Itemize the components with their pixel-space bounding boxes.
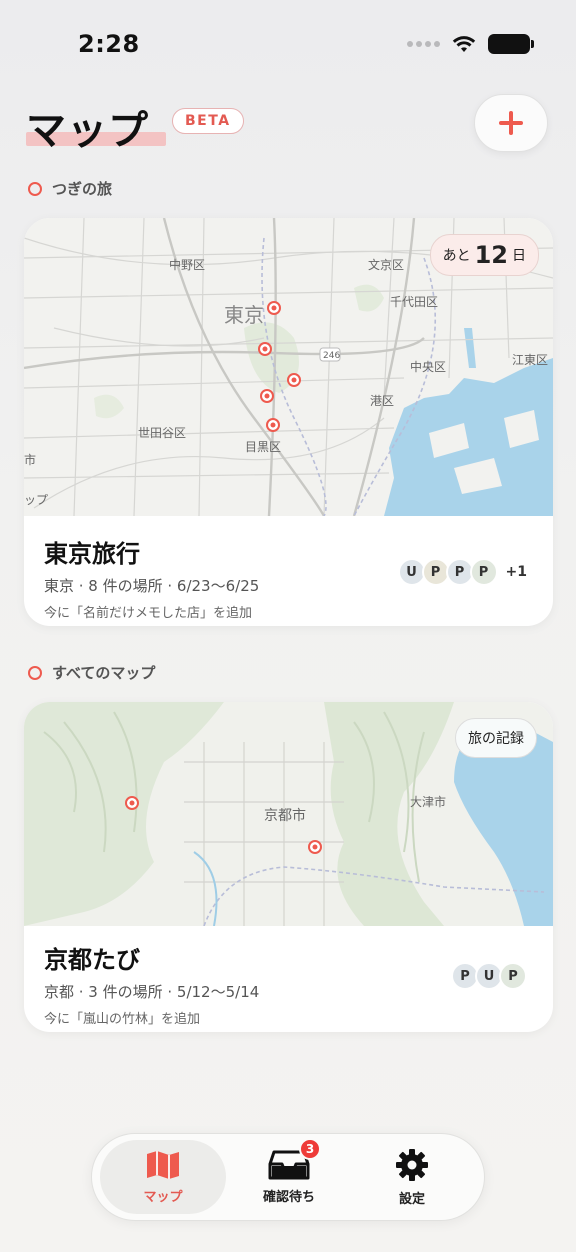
label-chuo: 中央区 xyxy=(410,359,446,374)
wifi-icon xyxy=(452,36,476,52)
tab-inbox-label: 確認待ち xyxy=(262,1189,315,1205)
label-kyoto: 京都市 xyxy=(264,807,306,824)
map-icon xyxy=(147,1150,179,1179)
battery-icon xyxy=(488,34,534,54)
page-title: マップ xyxy=(26,108,149,154)
countdown-badge: あと 12 日 xyxy=(429,234,539,276)
trip-record-badge[interactable]: 旅の記録 xyxy=(455,718,537,758)
status-bar: 2:28 xyxy=(0,0,576,90)
trip-activity: 今に「名前だけメモした店」を追加 xyxy=(44,606,253,621)
trip-activity: 今に「嵐山の竹林」を追加 xyxy=(44,1012,201,1027)
label-meguro: 目黒区 xyxy=(245,440,281,454)
inbox-badge: 3 xyxy=(299,1138,321,1160)
trip-card-tokyo[interactable]: 中野区 文京区 千代田区 中央区 江東区 港区 世田谷区 目黒区 市 ップ 東京… xyxy=(24,218,553,626)
header: マップ BETA xyxy=(0,94,576,160)
trip-card-kyoto[interactable]: 京都市 大津市 旅の記録 京都たび 京都 · 3 件の場所 · 5/12〜5/1… xyxy=(24,702,553,1032)
tab-map-label: マップ xyxy=(143,1189,183,1205)
label-tokyo: 東京 xyxy=(224,303,264,327)
label-otsu: 大津市 xyxy=(410,794,446,809)
trip-map-kyoto[interactable]: 京都市 大津市 旅の記録 xyxy=(24,702,553,926)
countdown-prefix: あと xyxy=(442,248,471,264)
avatar-more-count: +1 xyxy=(505,564,527,580)
section-all-maps: すべてのマップ xyxy=(28,662,155,683)
countdown-number: 12 xyxy=(474,241,508,269)
tab-settings[interactable]: 設定 xyxy=(350,1140,474,1214)
trip-map-tokyo[interactable]: 中野区 文京区 千代田区 中央区 江東区 港区 世田谷区 目黒区 市 ップ 東京… xyxy=(24,218,553,516)
ring-icon xyxy=(28,181,42,196)
plus-icon xyxy=(499,111,523,135)
member-avatars[interactable]: U P P P +1 xyxy=(397,558,527,586)
map-pin[interactable] xyxy=(287,373,301,387)
label-setagaya: 世田谷区 xyxy=(138,426,186,440)
label-map-partial: ップ xyxy=(24,493,48,507)
map-pin[interactable] xyxy=(266,418,280,432)
label-nakano: 中野区 xyxy=(169,257,205,272)
label-bunkyo: 文京区 xyxy=(368,257,404,272)
label-route-246: 246 xyxy=(323,351,340,361)
tab-map[interactable]: マップ xyxy=(100,1140,226,1214)
countdown-suffix: 日 xyxy=(512,248,526,264)
signal-icon xyxy=(407,41,440,47)
section-all-maps-label: すべてのマップ xyxy=(52,664,156,682)
map-pin[interactable] xyxy=(260,389,274,403)
map-pin[interactable] xyxy=(125,796,139,810)
page-title-wrap: マップ xyxy=(26,98,166,156)
member-avatars[interactable]: P U P xyxy=(451,962,527,990)
map-pin[interactable] xyxy=(267,301,281,315)
ring-icon xyxy=(28,665,42,680)
tab-inbox[interactable]: 3 確認待ち xyxy=(227,1138,351,1214)
map-pin[interactable] xyxy=(308,840,322,854)
trip-info-tokyo: 東京旅行 東京 · 8 件の場所 · 6/23〜6/25 今に「名前だけメモした… xyxy=(24,516,553,621)
label-koto: 江東区 xyxy=(512,353,548,367)
label-minato: 港区 xyxy=(370,394,394,408)
map-pin[interactable] xyxy=(258,342,272,356)
label-chiyoda: 千代田区 xyxy=(390,295,438,309)
status-icons xyxy=(407,34,534,54)
section-next-trip-label: つぎの旅 xyxy=(52,180,113,198)
status-time: 2:28 xyxy=(78,30,140,58)
beta-badge: BETA xyxy=(172,108,244,134)
section-next-trip: つぎの旅 xyxy=(28,178,112,199)
avatar: P xyxy=(499,962,527,990)
gear-icon xyxy=(396,1148,428,1181)
label-city-partial: 市 xyxy=(24,452,36,467)
avatar: P xyxy=(469,558,498,586)
add-map-button[interactable] xyxy=(474,94,548,152)
tab-bar: マップ 3 確認待ち 設定 xyxy=(91,1133,485,1221)
tab-settings-label: 設定 xyxy=(398,1191,425,1207)
trip-info-kyoto: 京都たび 京都 · 3 件の場所 · 5/12〜5/14 今に「嵐山の竹林」を追… xyxy=(24,926,553,1027)
